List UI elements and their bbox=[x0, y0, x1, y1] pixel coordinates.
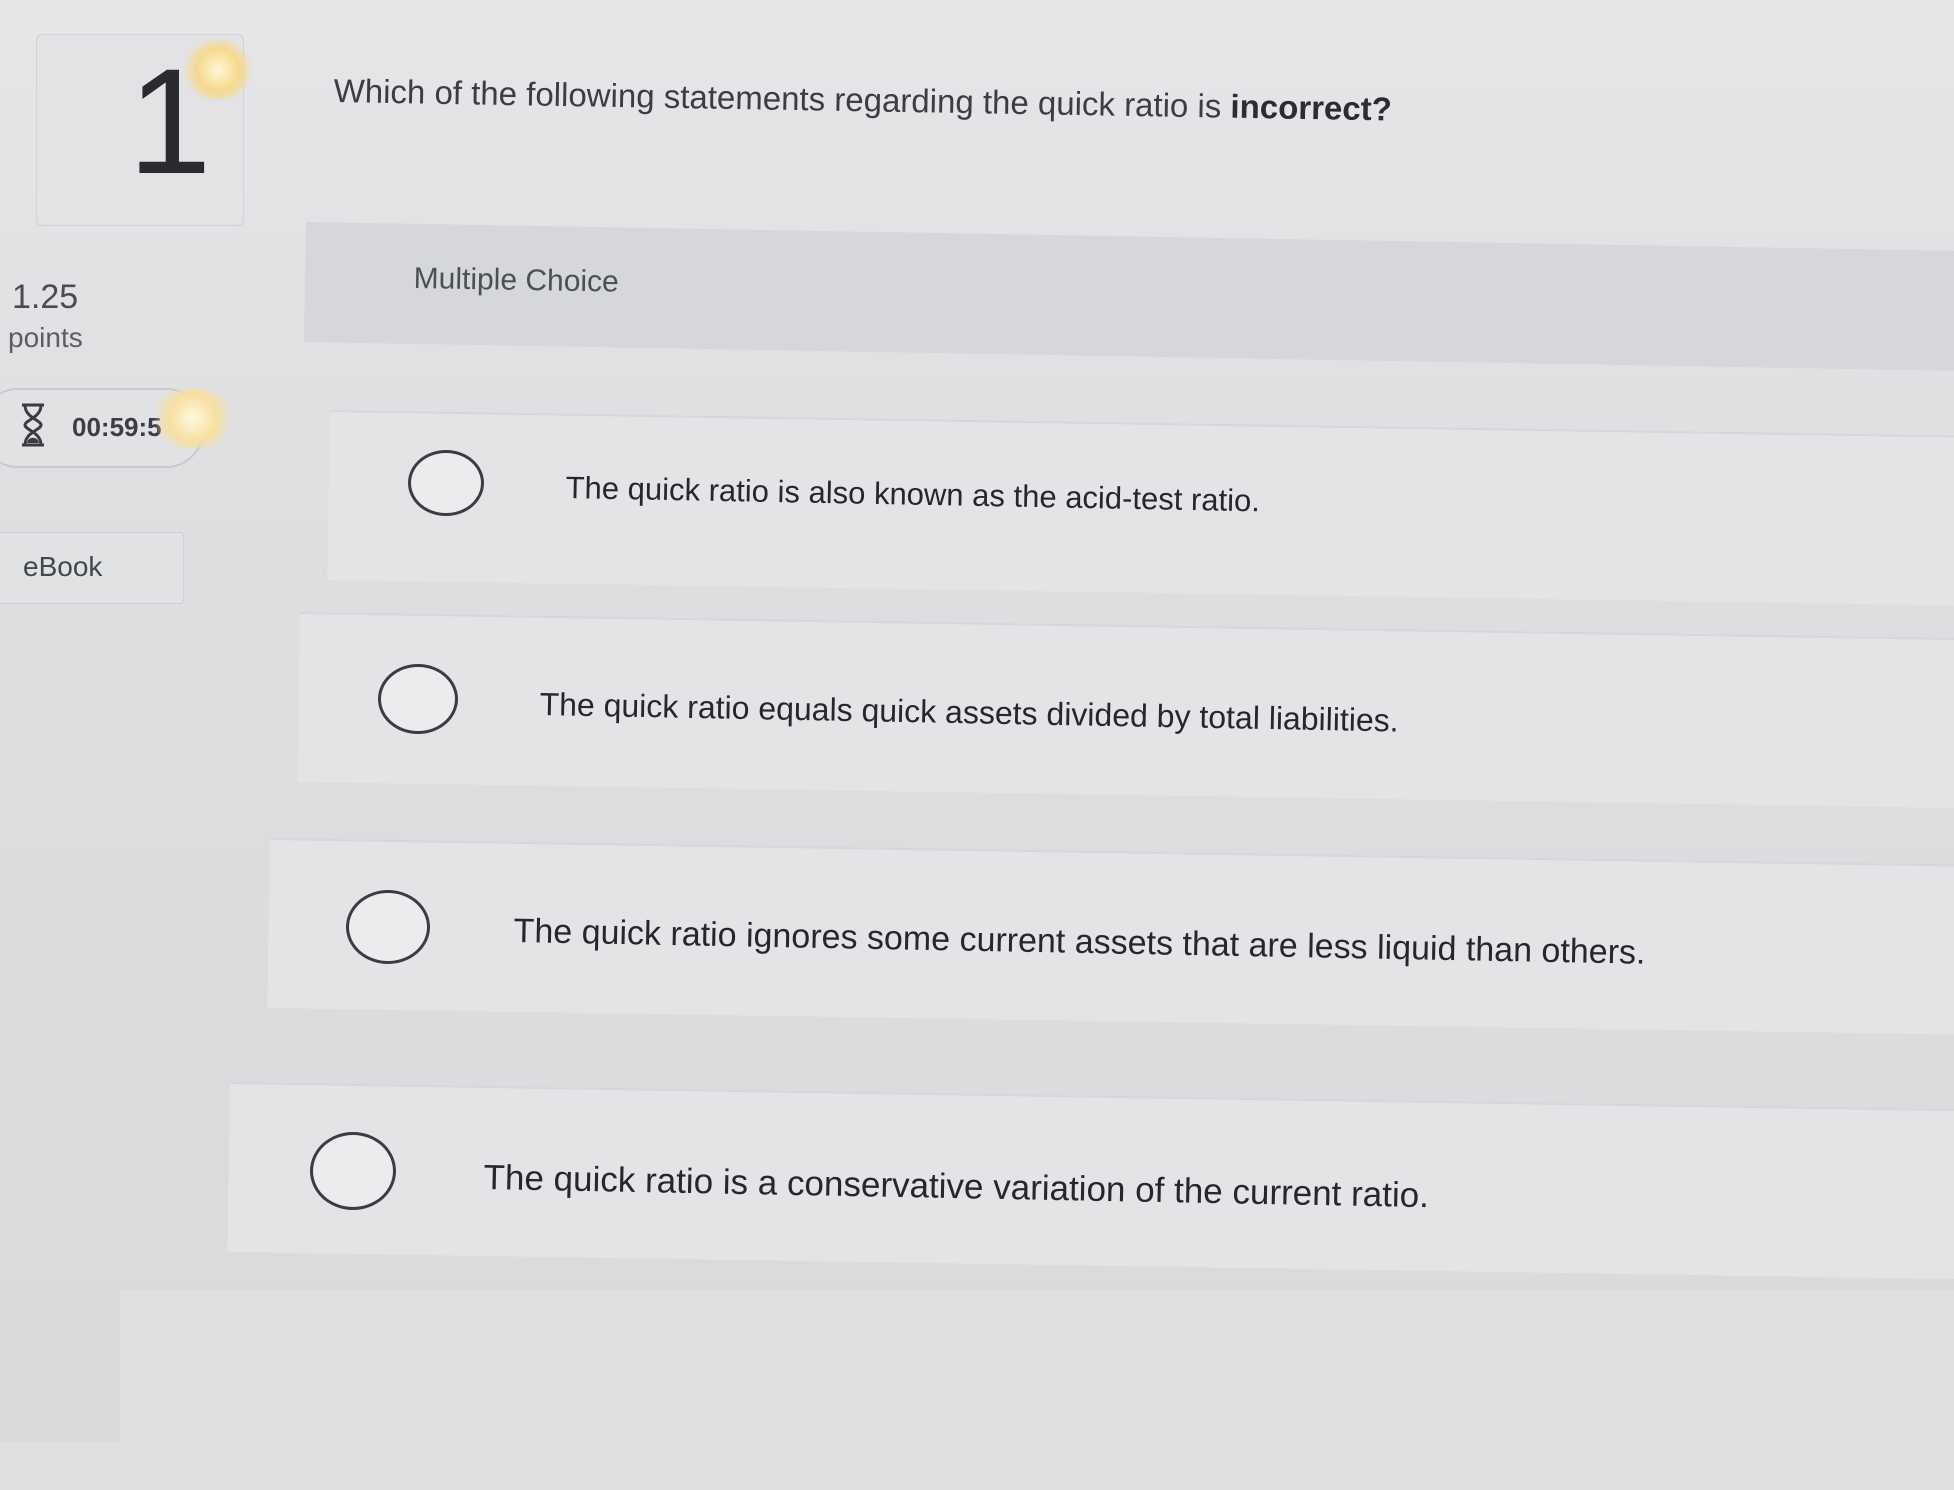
answer-radio-1[interactable] bbox=[408, 450, 484, 516]
question-text-main: Which of the following statements regard… bbox=[333, 72, 1231, 125]
points-value: 1.25 bbox=[12, 278, 79, 316]
answer-radio-2[interactable] bbox=[378, 664, 458, 734]
page-bottom-area bbox=[120, 1290, 1954, 1490]
question-type-label: Multiple Choice bbox=[413, 262, 620, 299]
ebook-label: eBook bbox=[23, 551, 103, 582]
ebook-button[interactable]: eBook bbox=[0, 532, 184, 604]
hourglass-icon bbox=[22, 403, 44, 447]
points-label: points bbox=[8, 322, 83, 353]
question-text: Which of the following statements regard… bbox=[333, 72, 1392, 128]
quiz-page: 1 1.25 points 00:59:5 eBook Which of the… bbox=[0, 0, 1954, 1490]
answer-radio-3[interactable] bbox=[346, 890, 430, 964]
screen-glare bbox=[182, 40, 254, 100]
screen-glare bbox=[150, 388, 236, 448]
timer-text: 00:59:5 bbox=[72, 412, 162, 442]
question-text-emphasis: incorrect? bbox=[1230, 87, 1393, 128]
answer-radio-4[interactable] bbox=[310, 1132, 396, 1210]
